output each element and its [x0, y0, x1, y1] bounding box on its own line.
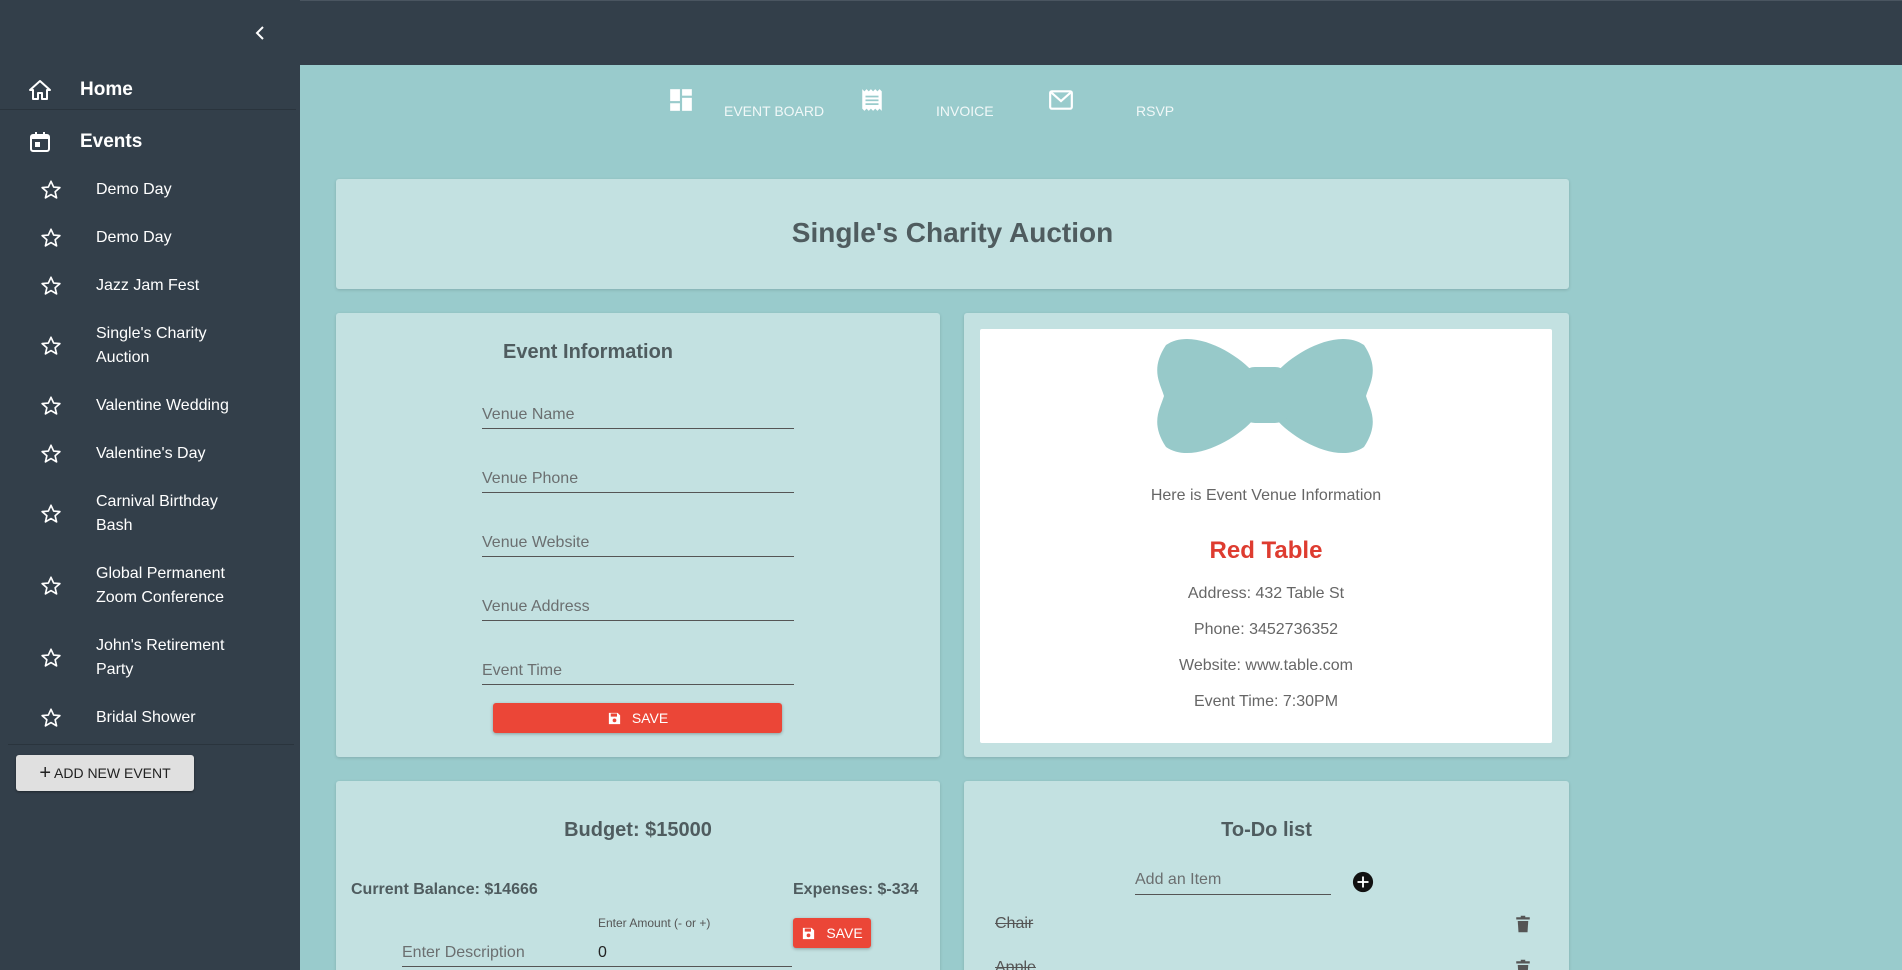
event-information-card: Event Information SAVE: [336, 313, 940, 757]
event-time-field[interactable]: [482, 651, 794, 685]
sidebar-event-item[interactable]: Demo Day: [0, 214, 296, 262]
venue-website: Website: www.table.com: [1179, 657, 1353, 674]
sidebar-event-label: Carnival Birthday Bash: [96, 493, 218, 534]
budget-title: Budget: $15000: [564, 819, 712, 841]
plus-icon: +: [39, 762, 51, 784]
event-information-heading: Event Information: [503, 341, 674, 363]
venue-information-panel: Here is Event Venue Information Red Tabl…: [980, 329, 1552, 743]
add-new-event-label: ADD NEW EVENT: [54, 765, 171, 781]
sidebar-event-label: Valentine Wedding: [96, 397, 229, 414]
save-expense-label: SAVE: [826, 925, 863, 941]
venue-website-input[interactable]: [482, 523, 794, 556]
add-new-event-button[interactable]: + ADD NEW EVENT: [16, 755, 194, 791]
receipt-icon[interactable]: [859, 87, 885, 113]
nav-home[interactable]: Home: [0, 70, 296, 110]
save-event-info-label: SAVE: [631, 710, 669, 726]
venue-event-time: Event Time: 7:30PM: [1193, 693, 1339, 710]
star-outline-icon: [41, 504, 61, 523]
venue-address-field[interactable]: [482, 587, 794, 621]
star-outline-icon: [41, 444, 61, 463]
add-circle-icon[interactable]: [1352, 871, 1374, 893]
venue-website-field[interactable]: [482, 523, 794, 557]
mail-icon[interactable]: [1048, 87, 1074, 113]
sidebar-event-item[interactable]: John's Retirement Party: [0, 622, 296, 694]
venue-address-input[interactable]: [482, 587, 794, 620]
sidebar-event-item[interactable]: Single's Charity Auction: [0, 310, 296, 382]
venue-name-field[interactable]: [482, 395, 794, 429]
sidebar-event-label: Bridal Shower: [96, 709, 196, 726]
nav-events-label: Events: [80, 131, 143, 152]
venue-address: Address: 432 Table St: [1187, 585, 1345, 602]
event-list: Demo Day Demo Day Jazz Jam Fest Single's…: [0, 166, 296, 742]
sidebar: Home Events Demo Day Demo Day Jazz Jam F…: [0, 0, 300, 970]
dashboard-icon[interactable]: [668, 87, 694, 113]
todo-add-input[interactable]: [1135, 865, 1331, 894]
todo-item[interactable]: Chair: [995, 915, 1033, 933]
star-outline-icon: [41, 336, 61, 355]
sidebar-event-item[interactable]: Valentine's Day: [0, 430, 296, 478]
collapse-sidebar-button[interactable]: [250, 22, 270, 44]
top-app-bar: [300, 0, 1902, 65]
sidebar-event-label: Demo Day: [96, 181, 172, 198]
sidebar-divider: [8, 744, 294, 745]
event-title-card: Single's Charity Auction: [336, 179, 1569, 289]
home-icon: [29, 79, 51, 100]
sidebar-event-label: Global Permanent Zoom Conference: [96, 565, 225, 606]
tab-invoice[interactable]: INVOICE: [936, 103, 994, 119]
event-title: Single's Charity Auction: [791, 217, 1114, 248]
star-outline-icon: [41, 576, 61, 595]
sidebar-event-label: John's Retirement Party: [96, 637, 225, 678]
star-outline-icon: [41, 228, 61, 247]
sidebar-event-item[interactable]: Valentine Wedding: [0, 382, 296, 430]
venue-phone: Phone: 3452736352: [1193, 621, 1339, 638]
floppy-disk-icon: [608, 712, 620, 724]
nav-home-label: Home: [80, 78, 133, 100]
event-time-input[interactable]: [482, 651, 794, 684]
venue-phone-input[interactable]: [482, 459, 794, 492]
venue-phone-field[interactable]: [482, 459, 794, 493]
current-balance: Current Balance: $14666: [351, 881, 538, 898]
todo-item[interactable]: Apple: [995, 959, 1036, 970]
tab-rsvp[interactable]: RSVP: [1136, 103, 1174, 119]
sidebar-event-item[interactable]: Carnival Birthday Bash: [0, 478, 296, 550]
bowtie-icon: [1157, 338, 1373, 454]
nav-events[interactable]: Events: [0, 118, 296, 166]
todo-card: To-Do list Chair Apple: [964, 781, 1569, 970]
venue-intro-text: Here is Event Venue Information: [1150, 487, 1382, 504]
venue-information-card: Here is Event Venue Information Red Tabl…: [964, 313, 1569, 757]
star-outline-icon: [41, 396, 61, 415]
amount-field-label: Enter Amount (- or +): [598, 916, 711, 930]
todo-add-field[interactable]: [1135, 865, 1331, 895]
star-outline-icon: [41, 708, 61, 727]
sidebar-event-item[interactable]: Bridal Shower: [0, 694, 296, 742]
expenses-total: Expenses: $-334: [793, 881, 919, 898]
sidebar-event-label: Demo Day: [96, 229, 172, 246]
trash-icon[interactable]: [1514, 914, 1532, 934]
save-expense-button[interactable]: SAVE: [793, 918, 871, 948]
venue-name-input[interactable]: [482, 395, 794, 428]
save-event-info-button[interactable]: SAVE: [493, 703, 782, 733]
sidebar-event-item[interactable]: Jazz Jam Fest: [0, 262, 296, 310]
star-outline-icon: [41, 276, 61, 295]
venue-name: Red Table: [1209, 537, 1323, 564]
tab-event-board[interactable]: EVENT BOARD: [724, 103, 824, 119]
budget-card: Budget: $15000 Current Balance: $14666 E…: [336, 781, 940, 970]
sidebar-event-item[interactable]: Global Permanent Zoom Conference: [0, 550, 296, 622]
sidebar-event-item[interactable]: Demo Day: [0, 166, 296, 214]
star-outline-icon: [41, 180, 61, 199]
expense-amount-input[interactable]: [598, 931, 793, 967]
sidebar-event-label: Valentine's Day: [96, 445, 206, 462]
trash-icon[interactable]: [1514, 958, 1532, 970]
event-tabs: EVENT BOARD INVOICE RSVP: [300, 65, 1902, 175]
floppy-disk-icon: [803, 927, 815, 939]
calendar-icon: [30, 132, 50, 152]
chevron-left-icon: [255, 26, 264, 40]
star-outline-icon: [41, 648, 61, 667]
sidebar-event-label: Jazz Jam Fest: [96, 277, 200, 294]
todo-title: To-Do list: [1221, 819, 1312, 841]
expense-description-input[interactable]: [402, 931, 592, 966]
sidebar-event-label: Single's Charity Auction: [96, 325, 207, 366]
expense-amount-field[interactable]: [598, 931, 793, 967]
